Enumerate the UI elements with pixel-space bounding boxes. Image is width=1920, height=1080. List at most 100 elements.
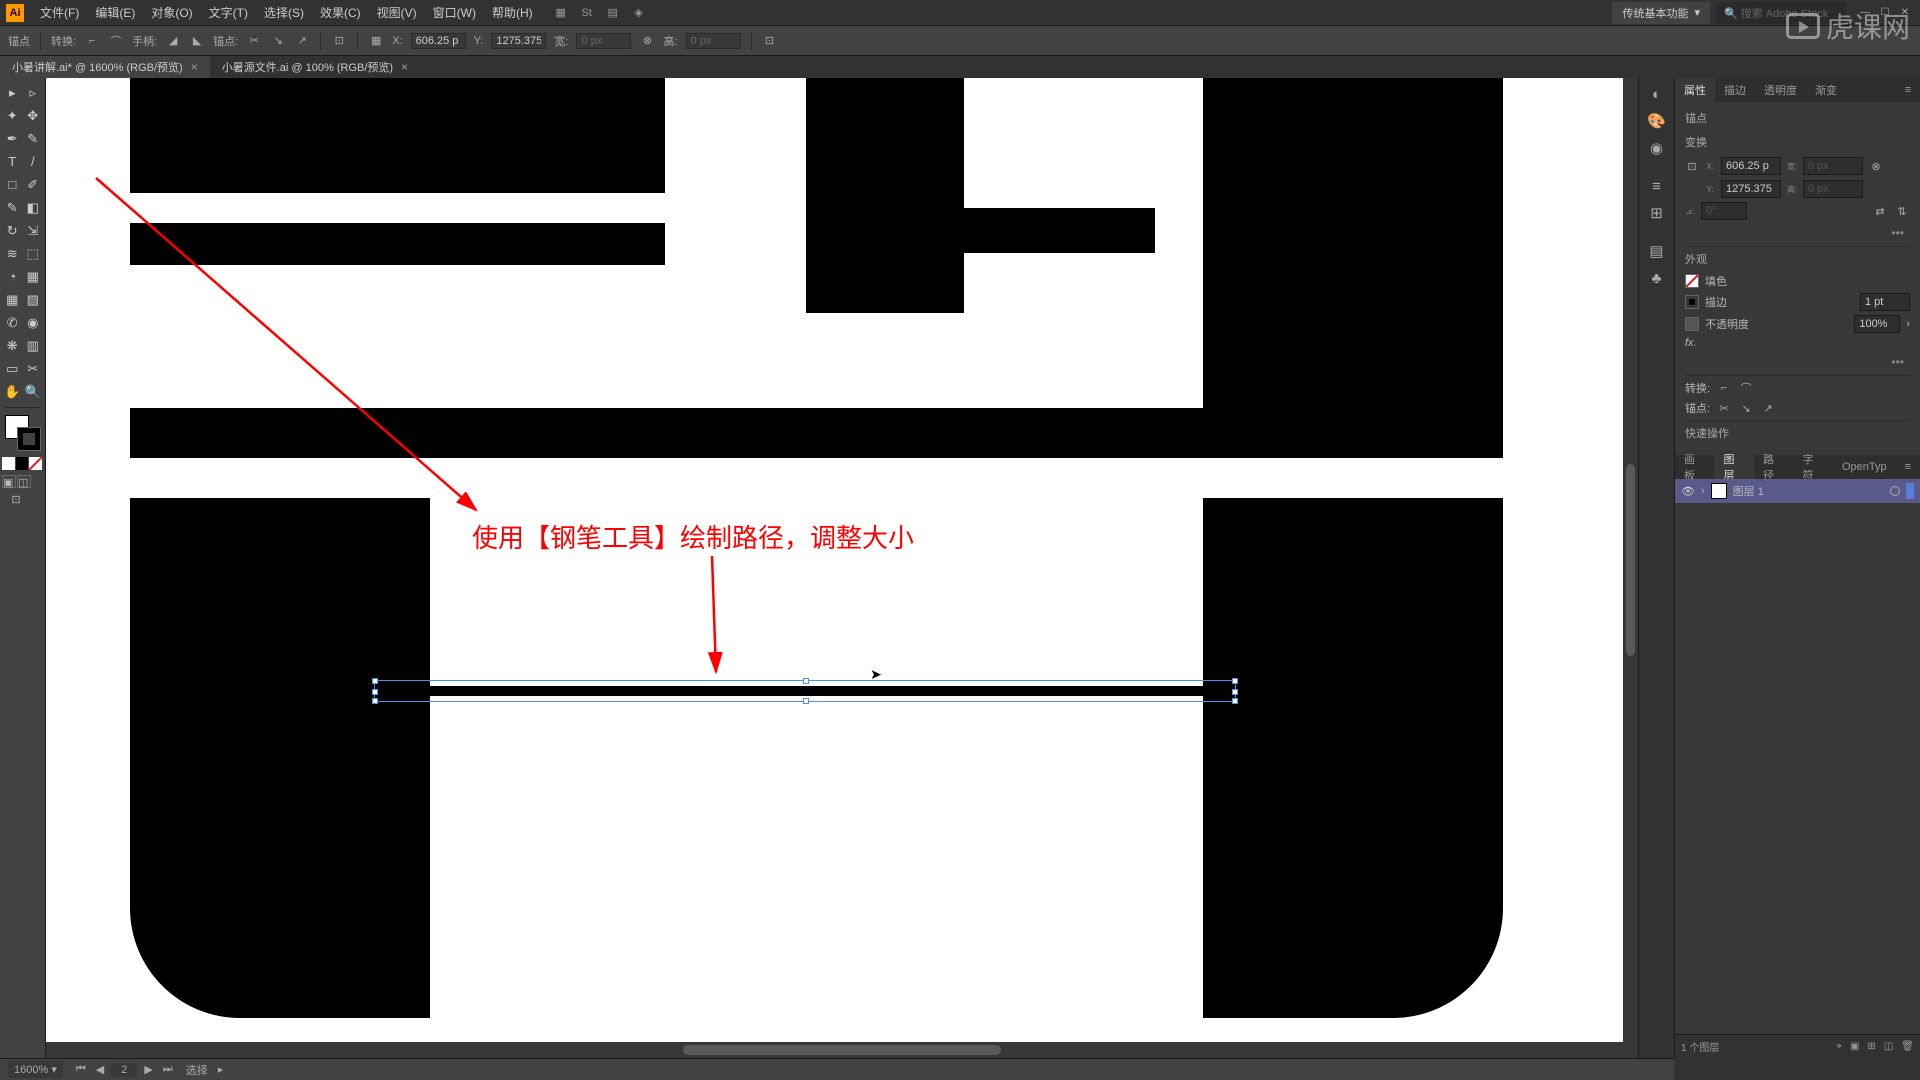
shaper-tool[interactable]: ✎ bbox=[2, 197, 23, 218]
new-sublayer-icon[interactable]: ⊞ bbox=[1867, 1041, 1875, 1052]
fill-swatch[interactable] bbox=[1685, 274, 1699, 288]
menu-object[interactable]: 对象(O) bbox=[143, 4, 200, 21]
handle-show-icon[interactable]: ◢ bbox=[165, 33, 181, 49]
new-layer-icon[interactable]: ◫ bbox=[1884, 1041, 1893, 1052]
slice-tool[interactable]: ✂ bbox=[23, 358, 44, 379]
prev-artboard-icon[interactable]: ◀ bbox=[93, 1063, 107, 1077]
flip-h-icon[interactable]: ⇄ bbox=[1872, 203, 1888, 219]
scale-tool[interactable]: ⇲ bbox=[23, 220, 44, 241]
maximize-button[interactable]: ☐ bbox=[1876, 6, 1894, 20]
symbol-sprayer-tool[interactable]: ❋ bbox=[2, 335, 23, 356]
horizontal-scrollbar[interactable] bbox=[46, 1042, 1638, 1058]
first-artboard-icon[interactable]: ⏮ bbox=[73, 1063, 89, 1077]
convert-corner-icon[interactable]: ⌐ bbox=[84, 33, 100, 49]
artboards-tab[interactable]: 画板 bbox=[1675, 455, 1714, 479]
menu-file[interactable]: 文件(F) bbox=[32, 4, 87, 21]
brushes-panel-icon[interactable]: ≡ bbox=[1642, 174, 1672, 198]
crop-icon[interactable]: ⊡ bbox=[762, 33, 778, 49]
layer-row[interactable]: 👁 › 图层 1 bbox=[1675, 479, 1920, 503]
isolate-icon[interactable]: ⊡ bbox=[331, 33, 347, 49]
type-tool[interactable]: T bbox=[2, 151, 23, 172]
width-tool[interactable]: ≋ bbox=[2, 243, 23, 264]
none-mode-icon[interactable] bbox=[29, 457, 42, 470]
paths-tab[interactable]: 路径 bbox=[1754, 455, 1793, 479]
gradient-tab[interactable]: 渐变 bbox=[1806, 78, 1846, 102]
symbols-panel-icon[interactable]: ⊞ bbox=[1642, 201, 1672, 225]
menu-type[interactable]: 文字(T) bbox=[201, 4, 256, 21]
next-artboard-icon[interactable]: ▶ bbox=[141, 1063, 155, 1077]
layers-tab[interactable]: 图层 bbox=[1714, 455, 1753, 479]
canvas-area[interactable]: ➤ 使用【钢笔工具】绘制路径，调整大小 bbox=[46, 78, 1638, 1058]
mesh-tool[interactable]: ▦ bbox=[2, 289, 23, 310]
ref-point-icon[interactable]: ⊡ bbox=[1685, 156, 1699, 176]
rectangle-tool[interactable]: □ bbox=[2, 174, 23, 195]
panel-menu-icon[interactable]: ≡ bbox=[1896, 455, 1920, 479]
anchor-remove-icon[interactable]: ✂ bbox=[1716, 400, 1732, 416]
locate-layer-icon[interactable]: ⌖ bbox=[1836, 1041, 1842, 1052]
anchor-cut-icon[interactable]: ↗ bbox=[294, 33, 310, 49]
lasso-tool[interactable]: ✥ bbox=[23, 105, 44, 126]
color-panel-icon[interactable]: ◐ bbox=[1642, 82, 1672, 106]
last-artboard-icon[interactable]: ⏭ bbox=[160, 1063, 176, 1077]
fill-stroke-selector[interactable] bbox=[5, 415, 41, 451]
tab-close-icon[interactable]: × bbox=[401, 60, 408, 74]
tab-close-icon[interactable]: × bbox=[191, 60, 198, 74]
y-field[interactable] bbox=[1721, 180, 1781, 198]
stroke-tab[interactable]: 描边 bbox=[1715, 78, 1755, 102]
link-icon[interactable]: ⊗ bbox=[1869, 156, 1883, 176]
bridge-icon[interactable]: ▦ bbox=[553, 5, 569, 21]
anchor-cut-icon[interactable]: ↗ bbox=[1760, 400, 1776, 416]
char-tab[interactable]: 字符 bbox=[1793, 455, 1832, 479]
transparency-tab[interactable]: 透明度 bbox=[1755, 78, 1806, 102]
x-field[interactable] bbox=[1721, 157, 1781, 175]
free-transform-tool[interactable]: ⬚ bbox=[23, 243, 44, 264]
properties-tab[interactable]: 属性 bbox=[1675, 78, 1715, 102]
convert-smooth-icon[interactable]: ⌒ bbox=[1738, 380, 1754, 396]
visibility-icon[interactable]: 👁 bbox=[1681, 485, 1695, 498]
rotate-tool[interactable]: ↻ bbox=[2, 220, 23, 241]
blend-tool[interactable]: ◉ bbox=[23, 312, 44, 333]
pen-tool[interactable]: ✒ bbox=[2, 128, 23, 149]
close-button[interactable]: ✕ bbox=[1896, 6, 1914, 20]
zoom-dropdown[interactable]: 1600% ▾ bbox=[8, 1061, 63, 1078]
opacity-field[interactable] bbox=[1854, 315, 1900, 333]
menu-edit[interactable]: 编辑(E) bbox=[87, 4, 143, 21]
graph-tool[interactable]: ▥ bbox=[23, 335, 44, 356]
w-field[interactable] bbox=[1803, 157, 1863, 175]
more-options-icon[interactable]: ••• bbox=[1685, 353, 1910, 371]
stroke-weight-field[interactable] bbox=[1860, 293, 1910, 311]
anchor-connect-icon[interactable]: ↘ bbox=[1738, 400, 1754, 416]
graphic-styles-icon[interactable]: ♣ bbox=[1642, 266, 1672, 290]
h-field[interactable] bbox=[1803, 180, 1863, 198]
workspace-dropdown[interactable]: 传统基本功能▾ bbox=[1612, 2, 1710, 24]
menu-effect[interactable]: 效果(C) bbox=[312, 4, 369, 21]
gradient-tool[interactable]: ▨ bbox=[23, 289, 44, 310]
menu-help[interactable]: 帮助(H) bbox=[484, 4, 541, 21]
screen-mode-icon[interactable]: ▣ bbox=[2, 475, 16, 488]
menu-select[interactable]: 选择(S) bbox=[256, 4, 312, 21]
vertical-scrollbar[interactable] bbox=[1623, 78, 1638, 1042]
anchor-connect-icon[interactable]: ↘ bbox=[270, 33, 286, 49]
stroke-swatch[interactable] bbox=[17, 427, 41, 451]
opentype-tab[interactable]: OpenTyp bbox=[1833, 455, 1896, 479]
status-arrow-icon[interactable]: ▸ bbox=[218, 1063, 224, 1076]
eraser-tool[interactable]: ◧ bbox=[23, 197, 44, 218]
flip-v-icon[interactable]: ⇅ bbox=[1894, 203, 1910, 219]
search-stock-input[interactable]: 🔍 搜索 Adobe Stock bbox=[1716, 2, 1846, 24]
convert-corner-icon[interactable]: ⌐ bbox=[1716, 380, 1732, 396]
convert-smooth-icon[interactable]: ⌒ bbox=[108, 33, 124, 49]
color-guide-icon[interactable]: 🎨 bbox=[1642, 109, 1672, 133]
disclosure-icon[interactable]: › bbox=[1701, 485, 1705, 497]
swatches-panel-icon[interactable]: ◉ bbox=[1642, 136, 1672, 160]
opacity-swatch[interactable] bbox=[1685, 317, 1699, 331]
shape-builder-tool[interactable]: ◔ bbox=[2, 266, 23, 287]
artboard-tool[interactable]: ▭ bbox=[2, 358, 23, 379]
opacity-arrow-icon[interactable]: › bbox=[1906, 318, 1910, 330]
magic-wand-tool[interactable]: ✦ bbox=[2, 105, 23, 126]
hand-tool[interactable]: ✋ bbox=[2, 381, 23, 402]
perspective-tool[interactable]: ▦ bbox=[23, 266, 44, 287]
curvature-tool[interactable]: ✎ bbox=[23, 128, 44, 149]
layer-target-icon[interactable] bbox=[1890, 486, 1900, 496]
fx-label[interactable]: fx. bbox=[1685, 337, 1697, 349]
direct-selection-tool[interactable]: ▹ bbox=[23, 82, 44, 103]
